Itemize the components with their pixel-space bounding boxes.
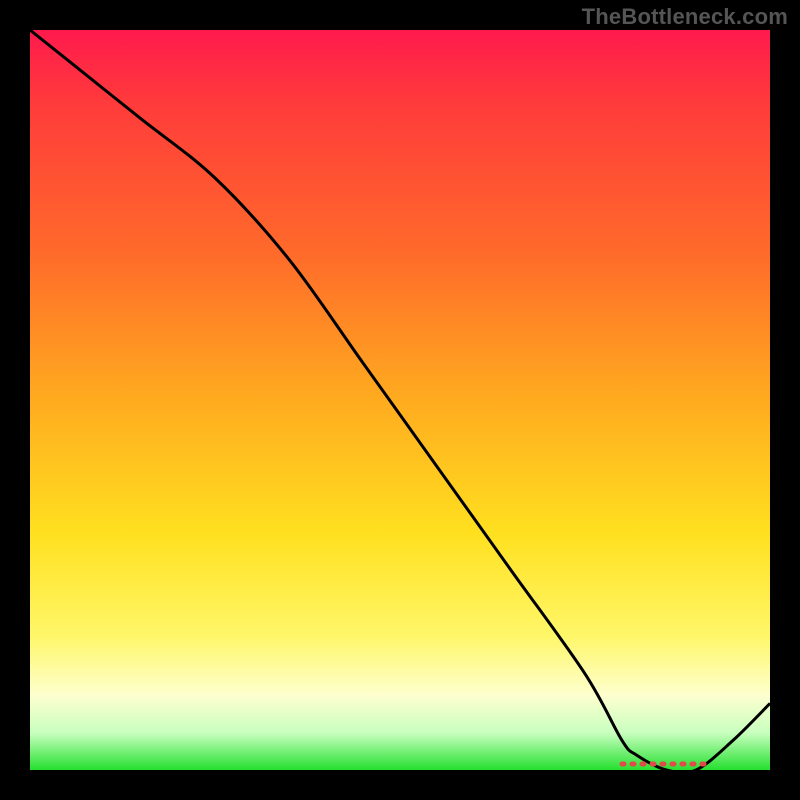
watermark-text: TheBottleneck.com <box>582 4 788 30</box>
chart-plot-area <box>30 30 770 770</box>
chart-svg-overlay <box>30 30 770 770</box>
data-curve <box>30 30 770 770</box>
